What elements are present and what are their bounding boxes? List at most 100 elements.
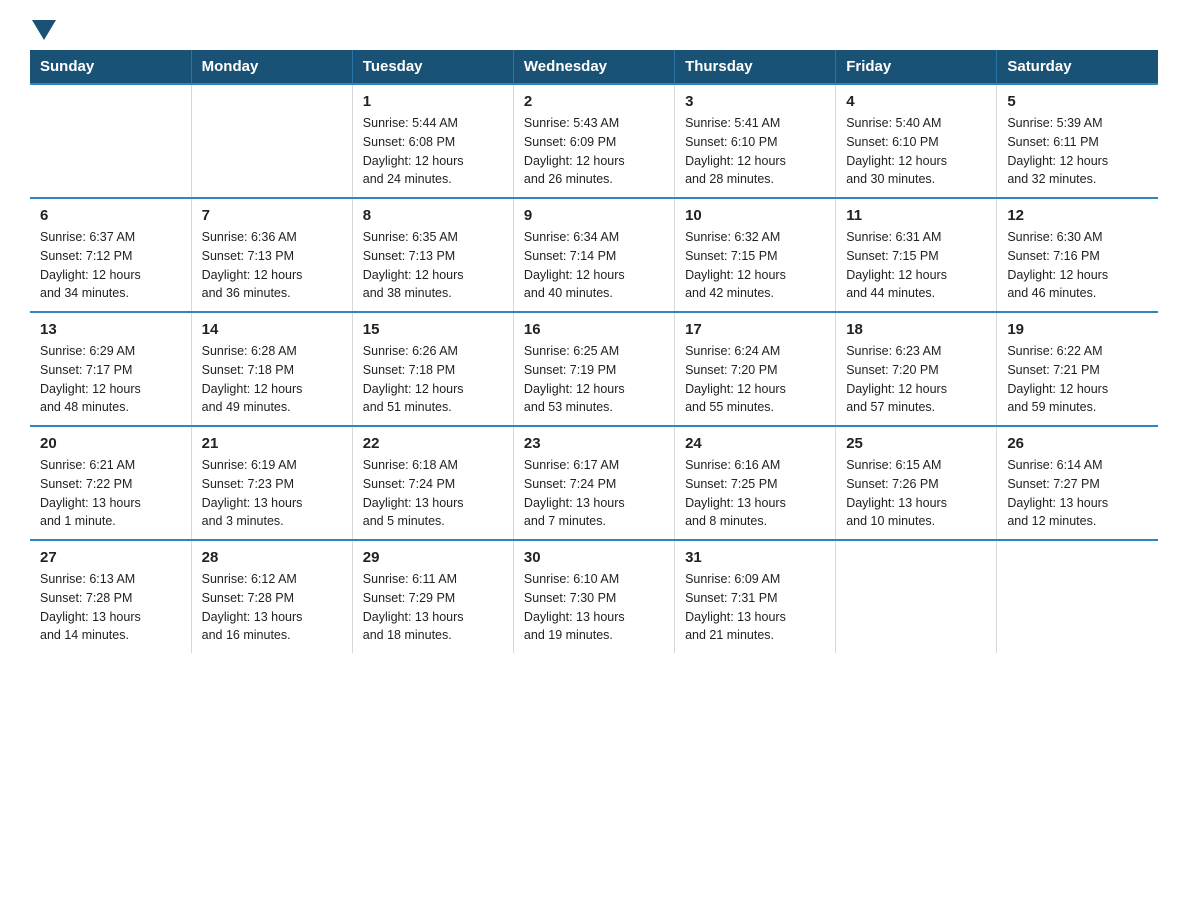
day-info: Sunrise: 6:16 AMSunset: 7:25 PMDaylight:… [685,456,825,531]
calendar-cell: 28 Sunrise: 6:12 AMSunset: 7:28 PMDayligh… [191,540,352,653]
logo [30,20,58,40]
day-number: 23 [524,435,664,452]
calendar-cell: 19 Sunrise: 6:22 AMSunset: 7:21 PMDayligh… [997,312,1158,426]
day-number: 31 [685,549,825,566]
day-info: Sunrise: 6:10 AMSunset: 7:30 PMDaylight:… [524,570,664,645]
day-number: 26 [1007,435,1148,452]
calendar-week-3: 13Sunrise: 6:29 AMSunset: 7:17 PMDayligh… [30,312,1158,426]
day-number: 1 [363,93,503,110]
day-info: Sunrise: 6:19 AMSunset: 7:23 PMDaylight:… [202,456,342,531]
calendar-week-4: 20 Sunrise: 6:21 AMSunset: 7:22 PMDayligh… [30,426,1158,540]
day-number: 8 [363,207,503,224]
day-number: 9 [524,207,664,224]
day-info: Sunrise: 6:09 AMSunset: 7:31 PMDaylight:… [685,570,825,645]
calendar-cell: 16 Sunrise: 6:25 AMSunset: 7:19 PMDayligh… [513,312,674,426]
day-info: Sunrise: 6:12 AMSunset: 7:28 PMDaylight:… [202,570,342,645]
day-info: Sunrise: 6:22 AMSunset: 7:21 PMDaylight:… [1007,342,1148,417]
day-number: 24 [685,435,825,452]
weekday-header-tuesday: Tuesday [352,50,513,84]
day-info: Sunrise: 6:13 AMSunset: 7:28 PMDaylight:… [40,570,181,645]
calendar-cell: 6 Sunrise: 6:37 AMSunset: 7:12 PMDaylight… [30,198,191,312]
day-number: 14 [202,321,342,338]
day-info: Sunrise: 6:17 AMSunset: 7:24 PMDaylight:… [524,456,664,531]
day-number: 27 [40,549,181,566]
calendar-cell: 3Sunrise: 5:41 AMSunset: 6:10 PMDaylight… [675,84,836,198]
calendar-cell: 18Sunrise: 6:23 AMSunset: 7:20 PMDayligh… [836,312,997,426]
day-number: 17 [685,321,825,338]
day-info: Sunrise: 6:34 AMSunset: 7:14 PMDaylight:… [524,228,664,303]
arrow-shape [32,20,56,40]
day-info: Sunrise: 6:24 AMSunset: 7:20 PMDaylight:… [685,342,825,417]
calendar-cell: 27 Sunrise: 6:13 AMSunset: 7:28 PMDayligh… [30,540,191,653]
day-info: Sunrise: 6:32 AMSunset: 7:15 PMDaylight:… [685,228,825,303]
calendar-cell: 2 Sunrise: 5:43 AMSunset: 6:09 PMDaylight… [513,84,674,198]
day-number: 29 [363,549,503,566]
day-info: Sunrise: 5:41 AMSunset: 6:10 PMDaylight:… [685,114,825,189]
weekday-header-monday: Monday [191,50,352,84]
calendar-cell: 15 Sunrise: 6:26 AMSunset: 7:18 PMDayligh… [352,312,513,426]
calendar-cell: 22 Sunrise: 6:18 AMSunset: 7:24 PMDayligh… [352,426,513,540]
calendar-cell: 13Sunrise: 6:29 AMSunset: 7:17 PMDayligh… [30,312,191,426]
day-info: Sunrise: 5:43 AMSunset: 6:09 PMDaylight:… [524,114,664,189]
day-number: 16 [524,321,664,338]
day-info: Sunrise: 6:23 AMSunset: 7:20 PMDaylight:… [846,342,986,417]
calendar-cell: 4Sunrise: 5:40 AMSunset: 6:10 PMDaylight… [836,84,997,198]
day-number: 15 [363,321,503,338]
calendar-cell: 24 Sunrise: 6:16 AMSunset: 7:25 PMDayligh… [675,426,836,540]
day-info: Sunrise: 5:44 AMSunset: 6:08 PMDaylight:… [363,114,503,189]
day-info: Sunrise: 6:29 AMSunset: 7:17 PMDaylight:… [40,342,181,417]
day-info: Sunrise: 6:25 AMSunset: 7:19 PMDaylight:… [524,342,664,417]
day-info: Sunrise: 5:40 AMSunset: 6:10 PMDaylight:… [846,114,986,189]
calendar-cell: 10 Sunrise: 6:32 AMSunset: 7:15 PMDayligh… [675,198,836,312]
calendar-cell: 30 Sunrise: 6:10 AMSunset: 7:30 PMDayligh… [513,540,674,653]
day-number: 5 [1007,93,1148,110]
day-number: 6 [40,207,181,224]
weekday-header-friday: Friday [836,50,997,84]
day-number: 10 [685,207,825,224]
weekday-header-saturday: Saturday [997,50,1158,84]
day-info: Sunrise: 6:14 AMSunset: 7:27 PMDaylight:… [1007,456,1148,531]
day-number: 20 [40,435,181,452]
calendar-cell: 9 Sunrise: 6:34 AMSunset: 7:14 PMDaylight… [513,198,674,312]
day-info: Sunrise: 6:18 AMSunset: 7:24 PMDaylight:… [363,456,503,531]
weekday-header-row: SundayMondayTuesdayWednesdayThursdayFrid… [30,50,1158,84]
calendar-cell: 23 Sunrise: 6:17 AMSunset: 7:24 PMDayligh… [513,426,674,540]
calendar-cell: 31 Sunrise: 6:09 AMSunset: 7:31 PMDayligh… [675,540,836,653]
day-info: Sunrise: 6:35 AMSunset: 7:13 PMDaylight:… [363,228,503,303]
calendar-cell: 11 Sunrise: 6:31 AMSunset: 7:15 PMDayligh… [836,198,997,312]
day-number: 21 [202,435,342,452]
day-info: Sunrise: 6:11 AMSunset: 7:29 PMDaylight:… [363,570,503,645]
day-info: Sunrise: 5:39 AMSunset: 6:11 PMDaylight:… [1007,114,1148,189]
day-info: Sunrise: 6:28 AMSunset: 7:18 PMDaylight:… [202,342,342,417]
calendar-cell: 5 Sunrise: 5:39 AMSunset: 6:11 PMDaylight… [997,84,1158,198]
calendar-cell: 26 Sunrise: 6:14 AMSunset: 7:27 PMDayligh… [997,426,1158,540]
day-info: Sunrise: 6:21 AMSunset: 7:22 PMDaylight:… [40,456,181,531]
day-number: 30 [524,549,664,566]
calendar-cell: 17 Sunrise: 6:24 AMSunset: 7:20 PMDayligh… [675,312,836,426]
day-number: 22 [363,435,503,452]
calendar-body: 1 Sunrise: 5:44 AMSunset: 6:08 PMDaylight… [30,84,1158,653]
day-info: Sunrise: 6:26 AMSunset: 7:18 PMDaylight:… [363,342,503,417]
calendar-week-5: 27 Sunrise: 6:13 AMSunset: 7:28 PMDayligh… [30,540,1158,653]
calendar-cell: 8 Sunrise: 6:35 AMSunset: 7:13 PMDaylight… [352,198,513,312]
day-number: 12 [1007,207,1148,224]
logo-area [30,20,58,40]
weekday-header-sunday: Sunday [30,50,191,84]
day-number: 28 [202,549,342,566]
day-info: Sunrise: 6:31 AMSunset: 7:15 PMDaylight:… [846,228,986,303]
day-info: Sunrise: 6:36 AMSunset: 7:13 PMDaylight:… [202,228,342,303]
day-info: Sunrise: 6:37 AMSunset: 7:12 PMDaylight:… [40,228,181,303]
calendar-cell: 29 Sunrise: 6:11 AMSunset: 7:29 PMDayligh… [352,540,513,653]
calendar-cell: 25Sunrise: 6:15 AMSunset: 7:26 PMDayligh… [836,426,997,540]
weekday-header-wednesday: Wednesday [513,50,674,84]
day-number: 7 [202,207,342,224]
weekday-header-thursday: Thursday [675,50,836,84]
day-number: 2 [524,93,664,110]
calendar-cell: 14 Sunrise: 6:28 AMSunset: 7:18 PMDayligh… [191,312,352,426]
calendar-cell [30,84,191,198]
day-number: 11 [846,207,986,224]
calendar-cell [836,540,997,653]
calendar-cell: 21 Sunrise: 6:19 AMSunset: 7:23 PMDayligh… [191,426,352,540]
day-number: 19 [1007,321,1148,338]
calendar-week-2: 6 Sunrise: 6:37 AMSunset: 7:12 PMDaylight… [30,198,1158,312]
